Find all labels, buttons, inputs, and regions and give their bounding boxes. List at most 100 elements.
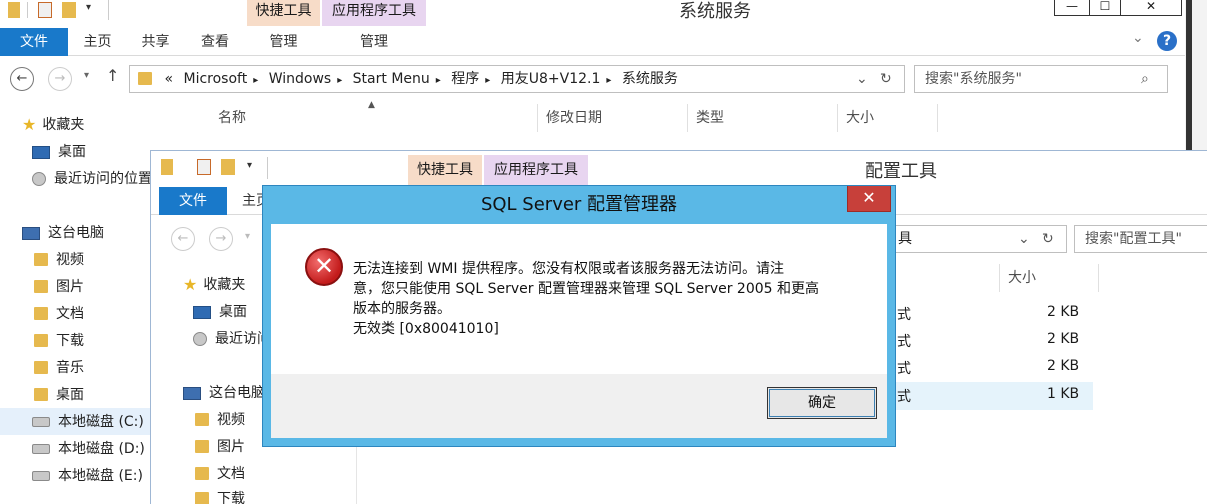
maximize-button[interactable]: ☐ [1089, 0, 1121, 16]
tab-manage-shortcut[interactable]: 管理 [247, 28, 320, 56]
back-arrow-icon[interactable]: ← [171, 227, 195, 251]
recent-dropdown-icon[interactable]: ▾ [84, 70, 89, 81]
nav-desktop-2[interactable]: 桌面 [34, 384, 84, 406]
file-size: 2 KB [1047, 304, 1080, 320]
computer-icon [22, 226, 40, 240]
properties-icon[interactable] [38, 2, 52, 18]
search-input[interactable]: 搜索"系统服务" ⌕ [914, 65, 1168, 93]
nav-documents[interactable]: 文档 [34, 303, 84, 325]
col-header-size[interactable]: 大小 [999, 264, 1099, 292]
tab-share[interactable]: 共享 [128, 28, 183, 56]
nav-label: 本地磁盘 (D:) [58, 441, 145, 457]
properties-icon[interactable] [197, 159, 211, 175]
file-type: 式 [897, 389, 911, 405]
file-row[interactable]: 式 2 KB [897, 328, 1097, 354]
nav-music[interactable]: 音乐 [34, 357, 84, 379]
drive-icon [32, 417, 50, 427]
file-row-selected[interactable]: 式 1 KB [881, 382, 1093, 410]
forward-arrow-icon[interactable]: → [209, 227, 233, 251]
breadcrumb-crumb[interactable]: Microsoft [183, 71, 247, 87]
nav-pictures[interactable]: 图片 [34, 276, 84, 298]
chevron-down-icon[interactable]: ⌄ [1018, 226, 1030, 252]
nav-downloads[interactable]: 下载 [195, 488, 245, 504]
help-icon[interactable]: ? [1157, 31, 1177, 51]
nav-label: 最近访问的位置 [54, 171, 150, 187]
recent-places-icon [32, 172, 46, 186]
nav-drive-c[interactable]: 本地磁盘 (C:) [32, 411, 144, 433]
tab-file[interactable]: 文件 [0, 28, 68, 56]
nav-label: 这台电脑 [209, 385, 263, 401]
new-folder-icon[interactable] [62, 2, 76, 18]
drive-icon [32, 471, 50, 481]
nav-videos[interactable]: 视频 [34, 249, 84, 271]
nav-label: 音乐 [56, 360, 84, 376]
col-header-modified[interactable]: 修改日期 [538, 104, 688, 132]
tab-home[interactable]: 主页 [70, 28, 125, 56]
col-header-name[interactable]: 名称 [210, 104, 538, 132]
chevron-down-icon[interactable]: ⌄ [856, 66, 868, 92]
back-arrow-icon[interactable]: ← [10, 67, 34, 91]
minimize-button[interactable]: — [1054, 0, 1090, 16]
drive-icon [32, 444, 50, 454]
address-tail[interactable]: 具 [898, 231, 912, 247]
refresh-icon[interactable]: ↻ [880, 66, 892, 92]
breadcrumb-sep-icon[interactable]: ▸ [485, 75, 490, 86]
tab-file[interactable]: 文件 [159, 187, 227, 215]
nav-desktop[interactable]: 桌面 [32, 141, 86, 163]
nav-downloads[interactable]: 下载 [34, 330, 84, 352]
nav-label: 桌面 [58, 144, 86, 160]
nav-recent[interactable]: 最近访问的位置 [32, 168, 150, 190]
new-folder-icon[interactable] [221, 159, 235, 175]
close-button[interactable]: ✕ [1120, 0, 1182, 16]
breadcrumb-sep-icon[interactable]: ▸ [253, 75, 258, 86]
breadcrumb-sep-icon[interactable]: ▸ [337, 75, 342, 86]
tab-view[interactable]: 查看 [186, 28, 244, 56]
nav-pictures[interactable]: 图片 [195, 436, 245, 458]
nav-drive-d[interactable]: 本地磁盘 (D:) [32, 438, 145, 460]
file-row[interactable]: 式 2 KB [897, 301, 1097, 327]
address-bar[interactable]: 具 ⌄ ↻ [867, 225, 1067, 253]
breadcrumb-crumb[interactable]: 系统服务 [622, 71, 678, 87]
nav-label: 本地磁盘 (C:) [58, 414, 144, 430]
address-bar[interactable]: « Microsoft ▸ Windows ▸ Start Menu ▸ 程序 ▸ 用友… [129, 65, 905, 93]
breadcrumb-crumb[interactable]: Windows [269, 71, 332, 87]
downloads-folder-icon [34, 333, 48, 347]
ok-button[interactable]: 确定 [767, 387, 877, 419]
tab-manage-app[interactable]: 管理 [322, 28, 426, 56]
search-icon[interactable]: ⌕ [1141, 66, 1149, 92]
chevron-down-icon[interactable]: ⌄ [1132, 30, 1144, 46]
col-header-size[interactable]: 大小 [838, 104, 938, 132]
recent-dropdown-icon[interactable]: ▾ [245, 231, 250, 242]
nav-recent[interactable]: 最近访问的位置 [193, 328, 263, 350]
file-row[interactable]: 式 2 KB [897, 355, 1097, 381]
nav-videos[interactable]: 视频 [195, 409, 245, 431]
window-border [1186, 0, 1192, 150]
nav-label: 桌面 [219, 304, 247, 320]
file-type: 式 [897, 361, 911, 377]
breadcrumb-crumb[interactable]: 程序 [451, 71, 479, 87]
address-overflow[interactable]: « [164, 71, 173, 87]
breadcrumb-crumb[interactable]: Start Menu [353, 71, 430, 87]
nav-desktop[interactable]: 桌面 [193, 301, 247, 323]
nav-favorites[interactable]: ★ 收藏夹 [183, 274, 245, 296]
breadcrumb-sep-icon[interactable]: ▸ [606, 75, 611, 86]
up-arrow-icon[interactable]: ↑ [106, 66, 119, 85]
nav-drive-e[interactable]: 本地磁盘 (E:) [32, 465, 143, 487]
customize-toolbar-icon[interactable]: ▾ [247, 160, 252, 171]
breadcrumb-crumb[interactable]: 用友U8+V12.1 [501, 71, 601, 87]
refresh-icon[interactable]: ↻ [1042, 226, 1054, 252]
search-input[interactable]: 搜索"配置工具" [1074, 225, 1207, 253]
customize-toolbar-icon[interactable]: ▾ [86, 2, 91, 13]
back-address-row: ← → ▾ ↑ « Microsoft ▸ Windows ▸ Start Menu… [0, 62, 1185, 96]
breadcrumb-sep-icon[interactable]: ▸ [436, 75, 441, 86]
nav-this-pc[interactable]: 这台电脑 [183, 382, 263, 404]
nav-favorites[interactable]: ★ 收藏夹 [22, 114, 84, 136]
nav-label: 桌面 [56, 387, 84, 403]
nav-documents[interactable]: 文档 [195, 463, 245, 485]
col-header-type[interactable]: 类型 [688, 104, 838, 132]
forward-arrow-icon[interactable]: → [48, 67, 72, 91]
music-folder-icon [34, 360, 48, 374]
dialog-close-button[interactable]: ✕ [847, 186, 891, 212]
ctx-tab-shortcut-tools: 快捷工具 [247, 0, 320, 26]
nav-this-pc[interactable]: 这台电脑 [22, 222, 104, 244]
